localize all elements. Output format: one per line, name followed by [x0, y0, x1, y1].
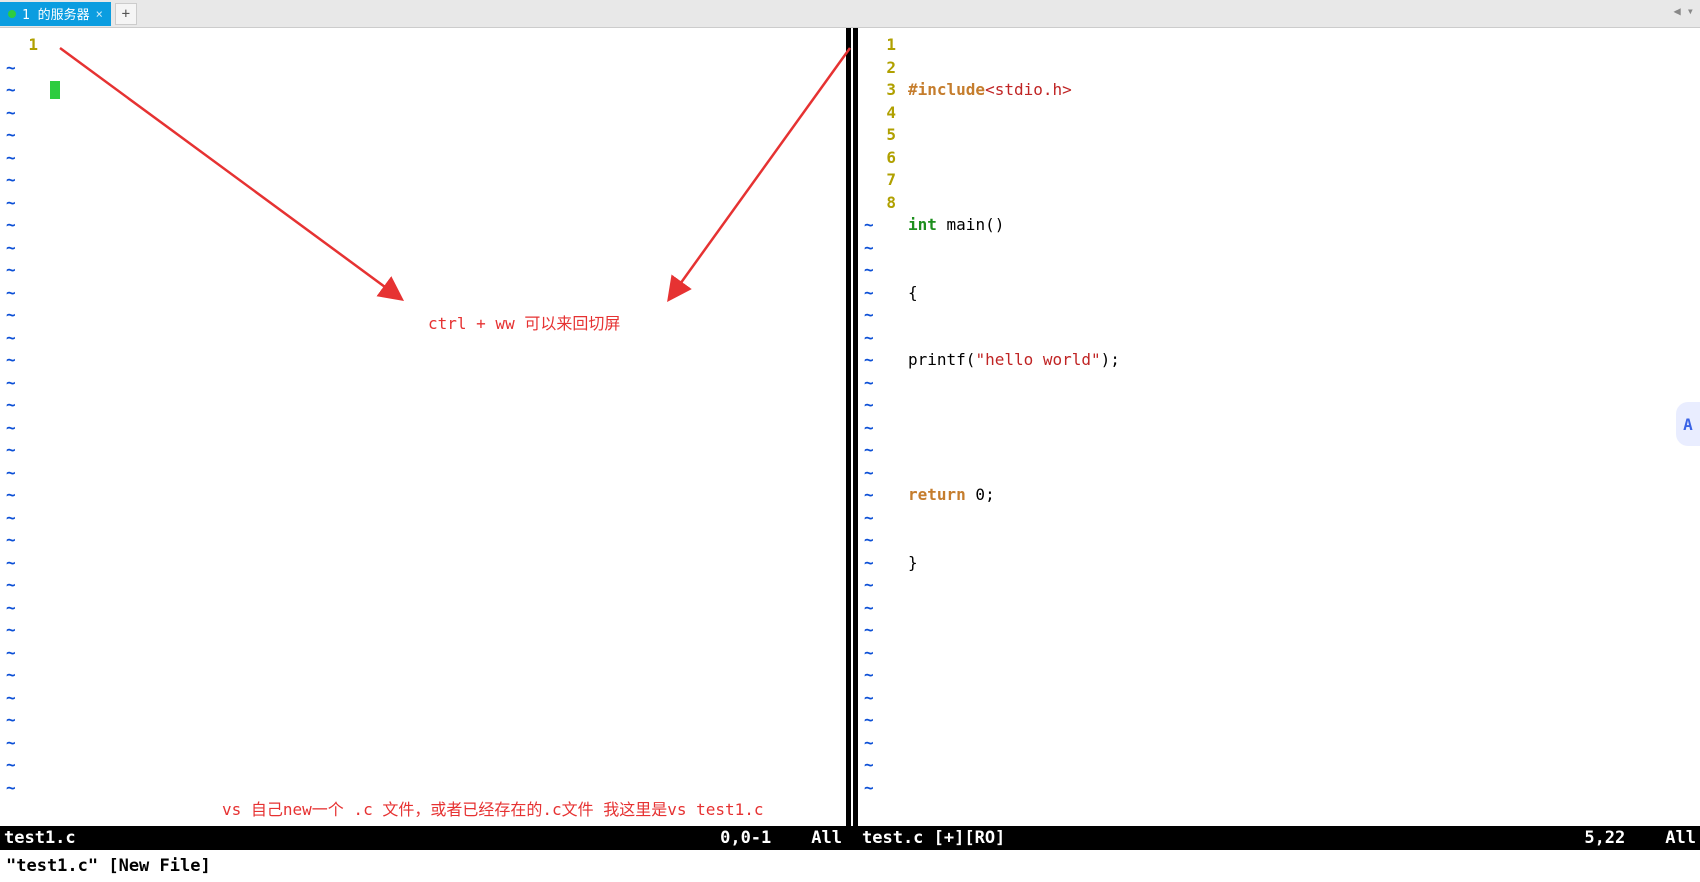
brace-close: } — [908, 553, 918, 572]
printf-call: printf( — [908, 350, 975, 369]
preproc-keyword: #include — [908, 80, 985, 99]
annotation-center: ctrl + ww 可以来回切屏 — [428, 310, 620, 334]
statusbar-right-pos: 5,22 — [1584, 826, 1665, 850]
tab-prev-icon[interactable]: ◀ — [1674, 4, 1681, 18]
statusbar-left: test1.c 0,0-1 All — [0, 826, 846, 850]
tab-right-controls: ◀ ▾ — [1674, 4, 1694, 18]
vim-pane-left[interactable]: 1 ~~~~~~~~~~~~~~~~~~~~~~~~~~~~~~~~~~ — [0, 28, 846, 826]
annotation-bottom: vs 自己new一个 .c 文件，或者已经存在的.c文件 我这里是vs test… — [222, 796, 764, 820]
tab-close-icon[interactable]: × — [96, 7, 103, 21]
status-bar: test1.c 0,0-1 All test.c [+][RO] 5,22 Al… — [0, 826, 1700, 850]
right-tildes: ~~~~~~~~~~~~~~~~~~~~~~~~~~~~~~~~~~ — [864, 34, 874, 799]
cursor-block — [50, 81, 60, 99]
vim-pane-right[interactable]: 12345678 #include<stdio.h> int main() { … — [858, 28, 1700, 826]
left-tildes: ~~~~~~~~~~~~~~~~~~~~~~~~~~~~~~~~~~ — [6, 34, 16, 799]
tab-status-dot — [8, 10, 16, 18]
right-code[interactable]: #include<stdio.h> int main() { printf("h… — [908, 34, 1700, 619]
tab-menu-icon[interactable]: ▾ — [1687, 4, 1694, 18]
tab-label: 1 的服务器 — [22, 4, 90, 23]
printf-close: ); — [1101, 350, 1120, 369]
side-badge-label: A — [1683, 415, 1693, 434]
plus-icon: + — [122, 6, 130, 22]
terminal-tab[interactable]: 1 的服务器 × — [0, 2, 111, 26]
tab-bar: 1 的服务器 × + ◀ ▾ — [0, 0, 1700, 28]
type-keyword: int — [908, 215, 937, 234]
add-tab-button[interactable]: + — [115, 3, 137, 25]
side-assist-badge[interactable]: A — [1676, 402, 1700, 446]
func-decl: main() — [937, 215, 1004, 234]
vertical-split[interactable] — [846, 28, 858, 826]
statusbar-left-all: All — [811, 826, 846, 850]
return-val: 0; — [966, 485, 995, 504]
editor-area: 1 ~~~~~~~~~~~~~~~~~~~~~~~~~~~~~~~~~~ 123… — [0, 28, 1700, 826]
statusbar-right: test.c [+][RO] 5,22 All — [846, 826, 1700, 850]
command-line[interactable]: "test1.c" [New File] — [0, 850, 1700, 882]
statusbar-right-file: test.c [+][RO] — [858, 826, 1005, 850]
include-header: <stdio.h> — [985, 80, 1072, 99]
statusbar-left-file: test1.c — [0, 826, 76, 850]
statusbar-left-pos: 0,0-1 — [720, 826, 811, 850]
left-code[interactable] — [50, 34, 846, 147]
statusbar-right-all: All — [1665, 826, 1700, 850]
return-keyword: return — [908, 485, 966, 504]
string-literal: "hello world" — [975, 350, 1100, 369]
brace-open: { — [908, 283, 918, 302]
